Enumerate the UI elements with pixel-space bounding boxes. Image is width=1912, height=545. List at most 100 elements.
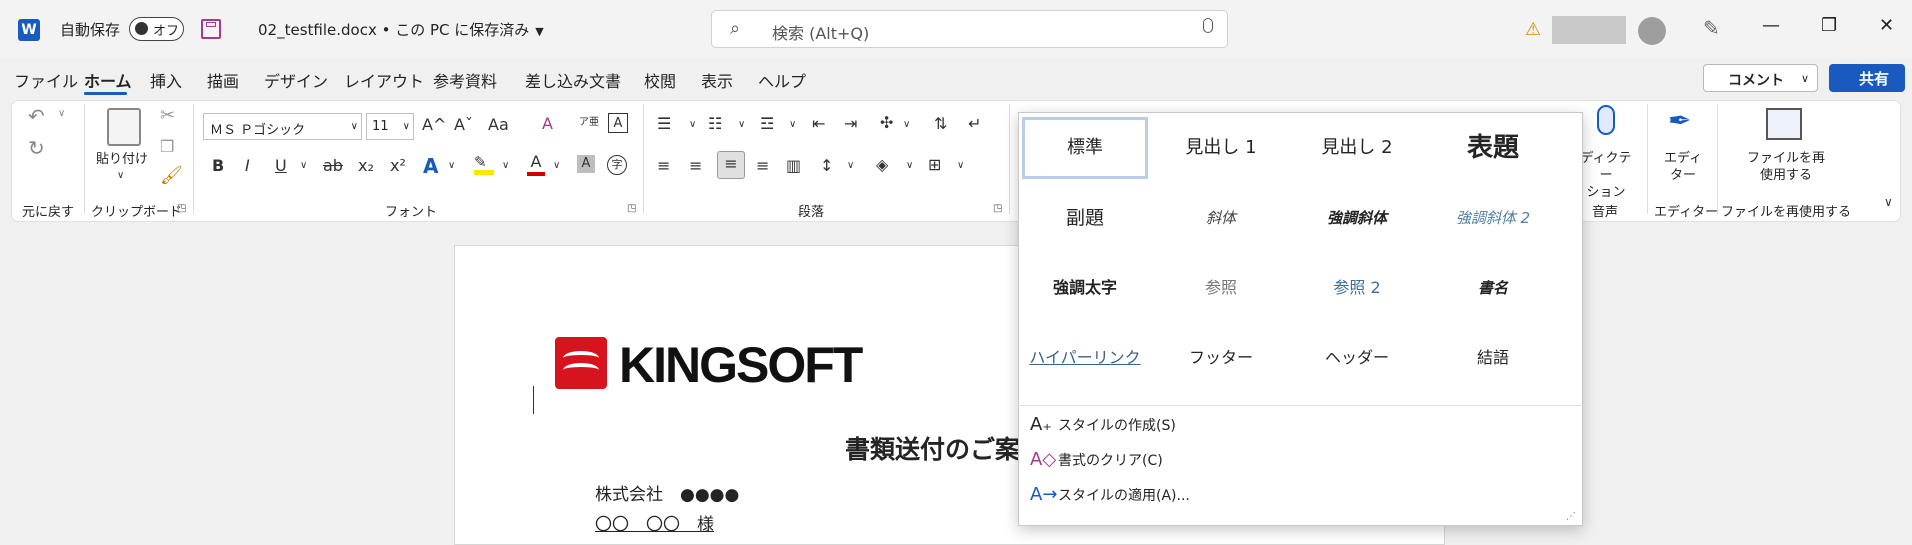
chevron-down-icon[interactable]: ∨: [957, 160, 964, 171]
chevron-down-icon[interactable]: ∨: [906, 160, 913, 171]
resize-grip-icon[interactable]: ⋰: [1566, 511, 1576, 522]
create-style-item[interactable]: A₊ スタイルの作成(S): [1030, 414, 1176, 435]
style-footer[interactable]: フッター: [1158, 327, 1284, 389]
grow-font-icon[interactable]: A^: [422, 115, 446, 134]
chevron-down-icon[interactable]: ∨: [300, 160, 307, 171]
save-icon[interactable]: [201, 19, 221, 39]
style-book-title[interactable]: 書名: [1430, 257, 1556, 319]
decrease-indent-icon[interactable]: ⇤: [812, 114, 825, 133]
apply-styles-item[interactable]: A→スタイルの適用(A)...: [1030, 484, 1190, 505]
tab-home[interactable]: ホーム: [84, 68, 132, 92]
chevron-down-icon[interactable]: ∨: [117, 170, 124, 181]
increase-indent-icon[interactable]: ⇥: [844, 114, 857, 133]
minimize-button[interactable]: —: [1762, 15, 1780, 36]
enclose-characters-icon[interactable]: 字: [607, 155, 627, 175]
tab-file[interactable]: ファイル: [14, 68, 78, 92]
cut-icon[interactable]: ✂: [160, 105, 175, 126]
chevron-down-icon[interactable]: ∨: [502, 160, 509, 171]
microphone-icon[interactable]: [1597, 105, 1615, 135]
strikethrough-button[interactable]: ab: [323, 156, 343, 175]
dictate-button[interactable]: ディクテー ション: [1575, 150, 1637, 201]
style-closing[interactable]: 結語: [1430, 327, 1556, 389]
redo-icon[interactable]: ↻: [28, 136, 45, 160]
character-border-icon[interactable]: A: [608, 113, 628, 133]
sort-icon[interactable]: ⇅: [934, 114, 947, 133]
editor-icon[interactable]: ✒: [1668, 104, 1691, 137]
align-right-icon[interactable]: ≡: [717, 151, 745, 179]
editor-button[interactable]: エディ ター: [1660, 150, 1706, 184]
subscript-button[interactable]: x₂: [358, 156, 374, 175]
style-heading-1[interactable]: 見出し 1: [1158, 117, 1284, 179]
chevron-down-icon[interactable]: ∨: [448, 160, 455, 171]
clear-formatting-item[interactable]: A◇ 書式のクリア(C): [1030, 449, 1163, 470]
multilevel-list-icon[interactable]: ☲: [760, 114, 774, 133]
phonetic-guide-icon[interactable]: ア亜: [579, 113, 599, 128]
underline-button[interactable]: U: [275, 156, 287, 175]
shading-icon[interactable]: ◈: [876, 155, 888, 174]
dialog-launcher-icon[interactable]: ◳: [993, 203, 1002, 214]
superscript-button[interactable]: x²: [390, 156, 406, 175]
tab-mailings[interactable]: 差し込み文書: [525, 68, 621, 92]
font-name-select[interactable]: ＭＳ Ｐゴシック ∨: [203, 113, 362, 140]
borders-icon[interactable]: ⊞: [928, 155, 941, 174]
comment-button[interactable]: コメント ∨: [1703, 64, 1818, 92]
search-input[interactable]: ⌕ 検索 (Alt+Q): [711, 10, 1228, 48]
bullets-icon[interactable]: ☰: [657, 114, 671, 133]
chevron-down-icon[interactable]: ∨: [738, 119, 745, 130]
distributed-icon[interactable]: ▥: [786, 156, 801, 175]
font-color-icon[interactable]: A: [527, 152, 545, 176]
restore-button[interactable]: ❐: [1821, 15, 1837, 36]
clear-formatting-icon[interactable]: A: [542, 114, 553, 133]
justify-icon[interactable]: ≡: [756, 156, 769, 175]
style-heading-2[interactable]: 見出し 2: [1294, 117, 1420, 179]
style-subtitle[interactable]: 副題: [1022, 187, 1148, 249]
style-emphasis[interactable]: 斜体: [1158, 187, 1284, 249]
chevron-down-icon[interactable]: ∨: [847, 160, 854, 171]
reuse-file-button[interactable]: ファイルを再 使用する: [1740, 150, 1832, 184]
align-left-icon[interactable]: ≡: [657, 156, 670, 175]
tab-insert[interactable]: 挿入: [150, 68, 182, 92]
chevron-down-icon[interactable]: ∨: [903, 119, 910, 130]
format-painter-icon[interactable]: 🖌: [160, 165, 183, 186]
show-marks-icon[interactable]: ↵: [968, 114, 981, 133]
chevron-down-icon[interactable]: ∨: [553, 160, 560, 171]
style-reference-2[interactable]: 参照 2: [1294, 257, 1420, 319]
style-hyperlink[interactable]: ハイパーリンク: [1022, 327, 1148, 389]
tab-references[interactable]: 参考資料: [433, 68, 497, 92]
bold-button[interactable]: B: [212, 156, 224, 175]
autosave-toggle[interactable]: オフ: [129, 17, 184, 41]
chevron-down-icon[interactable]: ∨: [789, 119, 796, 130]
style-header[interactable]: ヘッダー: [1294, 327, 1420, 389]
style-title[interactable]: 表題: [1430, 117, 1556, 179]
chevron-down-icon[interactable]: ∨: [689, 119, 696, 130]
text-effects-icon[interactable]: A: [423, 154, 438, 178]
numbering-icon[interactable]: ☷: [708, 114, 722, 133]
style-intense-emphasis-2[interactable]: 強調斜体 2: [1430, 187, 1556, 249]
align-center-icon[interactable]: ≡: [689, 156, 702, 175]
warning-icon[interactable]: ⚠: [1525, 19, 1541, 40]
tab-layout[interactable]: レイアウト: [344, 68, 424, 92]
dialog-launcher-icon[interactable]: ◳: [627, 203, 636, 214]
shrink-font-icon[interactable]: Aˇ: [454, 115, 473, 134]
tab-draw[interactable]: 描画: [207, 68, 239, 92]
chevron-down-icon[interactable]: ∨: [58, 108, 65, 119]
copy-icon[interactable]: ❐: [160, 137, 174, 156]
paste-label[interactable]: 貼り付け: [96, 151, 148, 168]
style-strong[interactable]: 強調太字: [1022, 257, 1148, 319]
style-reference[interactable]: 参照: [1158, 257, 1284, 319]
tab-view[interactable]: 表示: [701, 68, 733, 92]
highlight-color-icon[interactable]: ✎: [474, 153, 494, 175]
line-spacing-icon[interactable]: ↕: [820, 156, 833, 175]
style-intense-emphasis[interactable]: 強調斜体: [1294, 187, 1420, 249]
collapse-ribbon-icon[interactable]: ∨: [1884, 195, 1893, 209]
reuse-file-icon[interactable]: [1766, 108, 1802, 140]
close-button[interactable]: ✕: [1879, 15, 1894, 36]
microphone-icon[interactable]: [1203, 18, 1213, 33]
tab-review[interactable]: 校閲: [644, 68, 676, 92]
tab-help[interactable]: ヘルプ: [758, 68, 806, 92]
style-normal[interactable]: 標準: [1022, 117, 1148, 179]
undo-icon[interactable]: ↶: [28, 104, 45, 128]
font-size-select[interactable]: 11 ∨: [366, 113, 414, 140]
dialog-launcher-icon[interactable]: ◳: [177, 203, 186, 214]
avatar[interactable]: [1638, 17, 1666, 45]
